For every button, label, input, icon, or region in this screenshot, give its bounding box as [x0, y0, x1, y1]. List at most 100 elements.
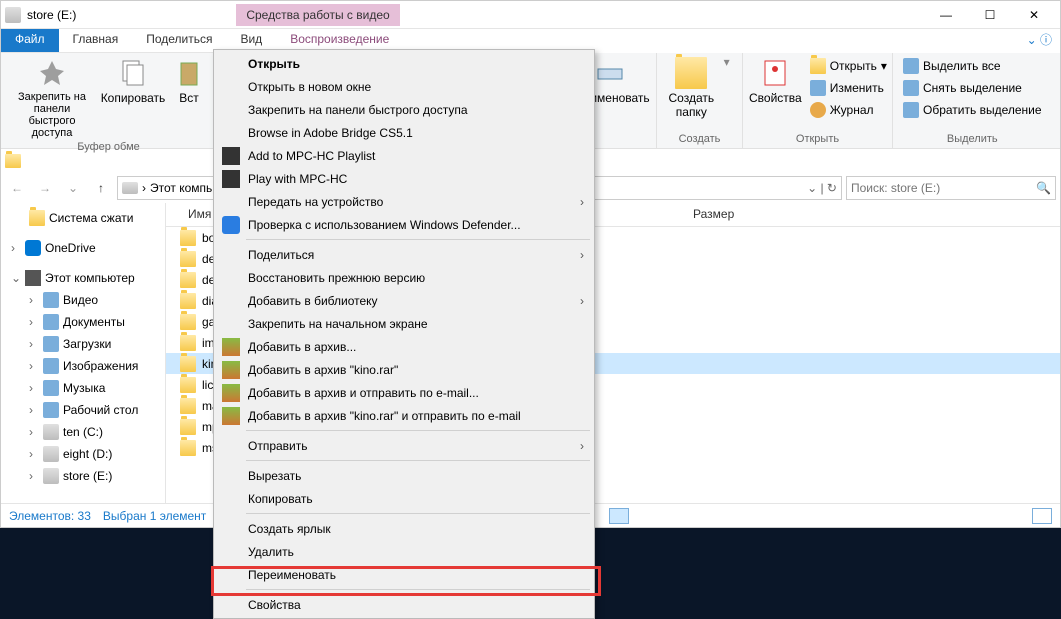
pin-icon [36, 57, 68, 89]
ctx-item[interactable]: Открыть [216, 52, 592, 75]
ctx-item[interactable]: Открыть в новом окне [216, 75, 592, 98]
ctx-item[interactable]: Добавить в библиотеку› [216, 289, 592, 312]
drive-icon [43, 468, 59, 484]
search-input[interactable] [851, 181, 1036, 195]
winrar-icon [222, 338, 240, 356]
context-menu: ОткрытьОткрыть в новом окнеЗакрепить на … [213, 49, 595, 619]
ribbon-group-clipboard: Буфер обме [7, 139, 210, 156]
folder-icon [180, 293, 196, 309]
select-all-button[interactable]: Выделить все [899, 55, 1046, 77]
invert-icon [903, 102, 919, 118]
up-button[interactable]: ↑ [89, 176, 113, 200]
search-box[interactable]: 🔍 [846, 176, 1056, 200]
submenu-arrow-icon: › [580, 248, 584, 262]
view-icons-button[interactable] [1032, 508, 1052, 524]
ctx-item[interactable]: Передать на устройство› [216, 190, 592, 213]
ctx-item[interactable]: Удалить [216, 540, 592, 563]
ribbon-toggle[interactable]: ⌄ ⓘ [1019, 29, 1060, 53]
properties-button[interactable]: Свойства [749, 55, 802, 105]
ctx-item[interactable]: Добавить в архив... [216, 335, 592, 358]
close-button[interactable]: ✕ [1012, 1, 1056, 29]
status-count: Элементов: 33 [9, 509, 91, 523]
copy-icon [117, 57, 149, 89]
nav-compress[interactable]: Система сжати [1, 207, 165, 229]
nav-desktop[interactable]: ›Рабочий стол [1, 399, 165, 421]
select-none-button[interactable]: Снять выделение [899, 77, 1046, 99]
copy-button[interactable]: Копировать [101, 55, 165, 105]
ctx-item[interactable]: Play with MPC-HC [216, 167, 592, 190]
forward-button[interactable]: → [33, 176, 57, 200]
ctx-item[interactable]: Восстановить прежнюю версию [216, 266, 592, 289]
edit-icon [810, 80, 826, 96]
folder-icon [180, 230, 196, 246]
folder-icon [180, 419, 196, 435]
recent-button[interactable]: ⌄ [61, 176, 85, 200]
documents-icon [43, 314, 59, 330]
titlebar: store (E:) Средства работы с видео — ☐ ✕ [1, 1, 1060, 29]
rename-icon [594, 57, 626, 89]
ctx-item[interactable]: Копировать [216, 487, 592, 510]
ctx-item[interactable]: Закрепить на панели быстрого доступа [216, 98, 592, 121]
folder-icon [180, 251, 196, 267]
nav-drive-d[interactable]: ›eight (D:) [1, 443, 165, 465]
tab-home[interactable]: Главная [59, 29, 133, 53]
folder-icon [675, 57, 707, 89]
submenu-arrow-icon: › [580, 439, 584, 453]
winrar-icon [222, 361, 240, 379]
folder-icon [5, 154, 21, 168]
ctx-item[interactable]: Add to MPC-HC Playlist [216, 144, 592, 167]
nav-music[interactable]: ›Музыка [1, 377, 165, 399]
nav-downloads[interactable]: ›Загрузки [1, 333, 165, 355]
view-details-button[interactable] [609, 508, 629, 524]
submenu-arrow-icon: › [580, 294, 584, 308]
folder-icon [180, 377, 196, 393]
nav-pictures[interactable]: ›Изображения [1, 355, 165, 377]
downloads-icon [43, 336, 59, 352]
ctx-item[interactable]: Вырезать [216, 464, 592, 487]
breadcrumb-segment[interactable]: Этот компь [150, 181, 212, 195]
paste-button[interactable]: Вст [169, 55, 209, 105]
nav-drive-e[interactable]: ›store (E:) [1, 465, 165, 487]
ctx-item[interactable]: Проверка с использованием Windows Defend… [216, 213, 592, 236]
onedrive-icon [25, 240, 41, 256]
ribbon-group-open: Открыть [749, 131, 886, 148]
history-icon [810, 102, 826, 118]
minimize-button[interactable]: — [924, 1, 968, 29]
window-title: store (E:) [27, 8, 76, 22]
winrar-icon [222, 384, 240, 402]
search-icon: 🔍 [1036, 181, 1051, 195]
tab-file[interactable]: Файл [1, 29, 59, 53]
history-button[interactable]: Журнал [806, 99, 891, 121]
nav-documents[interactable]: ›Документы [1, 311, 165, 333]
ctx-item[interactable]: Добавить в архив "kino.rar" и отправить … [216, 404, 592, 427]
paste-icon [173, 57, 205, 89]
ctx-item[interactable]: Создать ярлык [216, 517, 592, 540]
open-icon [810, 58, 826, 74]
nav-videos[interactable]: ›Видео [1, 289, 165, 311]
ctx-item[interactable]: Свойства [216, 593, 592, 616]
nav-onedrive[interactable]: ›OneDrive [1, 237, 165, 259]
ctx-item[interactable]: Добавить в архив и отправить по e-mail..… [216, 381, 592, 404]
folder-icon [180, 272, 196, 288]
mpc-icon [222, 170, 240, 188]
ctx-item[interactable]: Переименовать [216, 563, 592, 586]
drive-icon [5, 7, 21, 23]
ctx-item[interactable]: Закрепить на начальном экране [216, 312, 592, 335]
open-button[interactable]: Открыть ▾ [806, 55, 891, 77]
ctx-item[interactable]: Поделиться› [216, 243, 592, 266]
back-button[interactable]: ← [5, 176, 29, 200]
nav-thispc[interactable]: ⌄Этот компьютер [1, 267, 165, 289]
ctx-item[interactable]: Browse in Adobe Bridge CS5.1 [216, 121, 592, 144]
edit-button[interactable]: Изменить [806, 77, 891, 99]
invert-selection-button[interactable]: Обратить выделение [899, 99, 1046, 121]
col-size[interactable]: Размер [685, 203, 765, 226]
submenu-arrow-icon: › [580, 195, 584, 209]
new-folder-button[interactable]: Создать папку [663, 55, 720, 119]
maximize-button[interactable]: ☐ [968, 1, 1012, 29]
music-icon [43, 380, 59, 396]
selectall-icon [903, 58, 919, 74]
pin-quickaccess-button[interactable]: Закрепить на панели быстрого доступа [7, 55, 97, 139]
nav-drive-c[interactable]: ›ten (C:) [1, 421, 165, 443]
ctx-item[interactable]: Отправить› [216, 434, 592, 457]
ctx-item[interactable]: Добавить в архив "kino.rar" [216, 358, 592, 381]
